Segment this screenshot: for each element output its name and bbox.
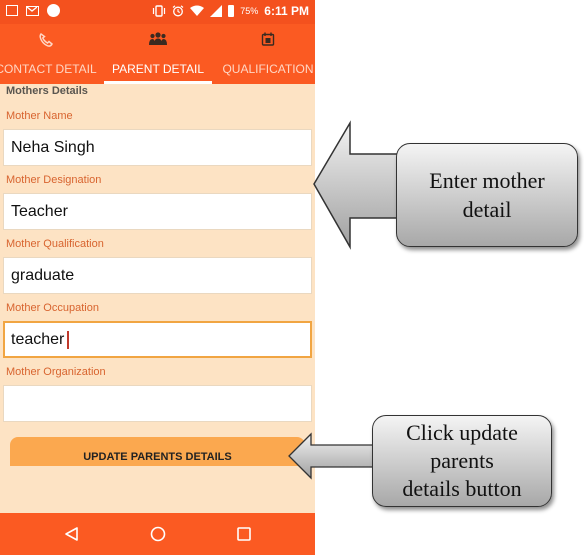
- callout-text: detail: [462, 197, 512, 222]
- field-value: Teacher: [11, 203, 68, 220]
- mother-name-label: Mother Name: [6, 110, 73, 122]
- status-bar: 75% 6:11 PM: [0, 0, 315, 24]
- vibrate-icon: [153, 5, 166, 17]
- callout-text: Click update: [406, 420, 518, 445]
- tab-label: QUALIFICATION: [222, 62, 314, 76]
- mother-organization-field[interactable]: [3, 385, 312, 422]
- mother-name-field[interactable]: Neha Singh: [3, 129, 312, 166]
- callout-box: Enter mother detail: [396, 143, 578, 247]
- tab-parent-detail[interactable]: PARENT DETAIL: [104, 24, 212, 84]
- signal-icon: [210, 5, 223, 17]
- callout-text: Enter mother: [429, 168, 545, 193]
- field-value: Neha Singh: [11, 139, 95, 156]
- back-button[interactable]: [42, 513, 102, 555]
- wifi-icon: [190, 5, 205, 16]
- section-title: Mothers Details: [6, 85, 88, 97]
- callout-box: Click update parents details button: [372, 415, 552, 507]
- photo-icon: [6, 5, 18, 16]
- mother-occupation-label: Mother Occupation: [6, 302, 99, 314]
- gmail-icon: [26, 5, 39, 16]
- clock: 6:11 PM: [264, 4, 309, 18]
- battery-icon: [228, 5, 235, 17]
- active-tab-indicator: [104, 81, 212, 84]
- field-value: graduate: [11, 267, 75, 284]
- tab-qualification[interactable]: QUALIFICATION: [218, 24, 315, 84]
- back-icon: [65, 527, 78, 541]
- home-icon: [150, 526, 166, 542]
- tab-label: PARENT DETAIL: [111, 62, 205, 76]
- text-caret: [67, 330, 69, 349]
- left-arrow-icon: [288, 432, 376, 480]
- tab-label: CONTACT DETAIL: [0, 62, 97, 76]
- phone-icon: [0, 32, 106, 52]
- alarm-icon: [172, 5, 184, 17]
- mother-occupation-field[interactable]: teacher: [3, 321, 312, 358]
- mother-designation-field[interactable]: Teacher: [3, 193, 312, 230]
- recents-icon: [237, 527, 251, 541]
- callout-text: details button: [402, 476, 522, 501]
- mother-qualification-field[interactable]: graduate: [3, 257, 312, 294]
- update-parents-details-button[interactable]: UPDATE PARENTS DETAILS: [10, 437, 305, 466]
- tab-bar: CONTACT DETAIL PARENT DETAIL QUALIFICATI…: [0, 24, 315, 84]
- phone-screen: 75% 6:11 PM CONTACT DETAIL PARENT DETAIL…: [0, 0, 315, 555]
- mother-organization-label: Mother Organization: [6, 366, 106, 378]
- calendar-icon: [218, 32, 315, 50]
- mother-designation-label: Mother Designation: [6, 174, 102, 186]
- navigation-bar: [0, 513, 315, 555]
- mother-qualification-label: Mother Qualification: [6, 238, 104, 250]
- recents-button[interactable]: [214, 513, 274, 555]
- battery-percentage: 75%: [240, 6, 259, 16]
- group-icon: [104, 32, 212, 49]
- home-button[interactable]: [128, 513, 188, 555]
- field-value: teacher: [11, 331, 65, 348]
- tab-contact-detail[interactable]: CONTACT DETAIL: [0, 24, 106, 84]
- circle-notification-icon: [47, 4, 60, 17]
- callout-text: parents: [430, 448, 494, 473]
